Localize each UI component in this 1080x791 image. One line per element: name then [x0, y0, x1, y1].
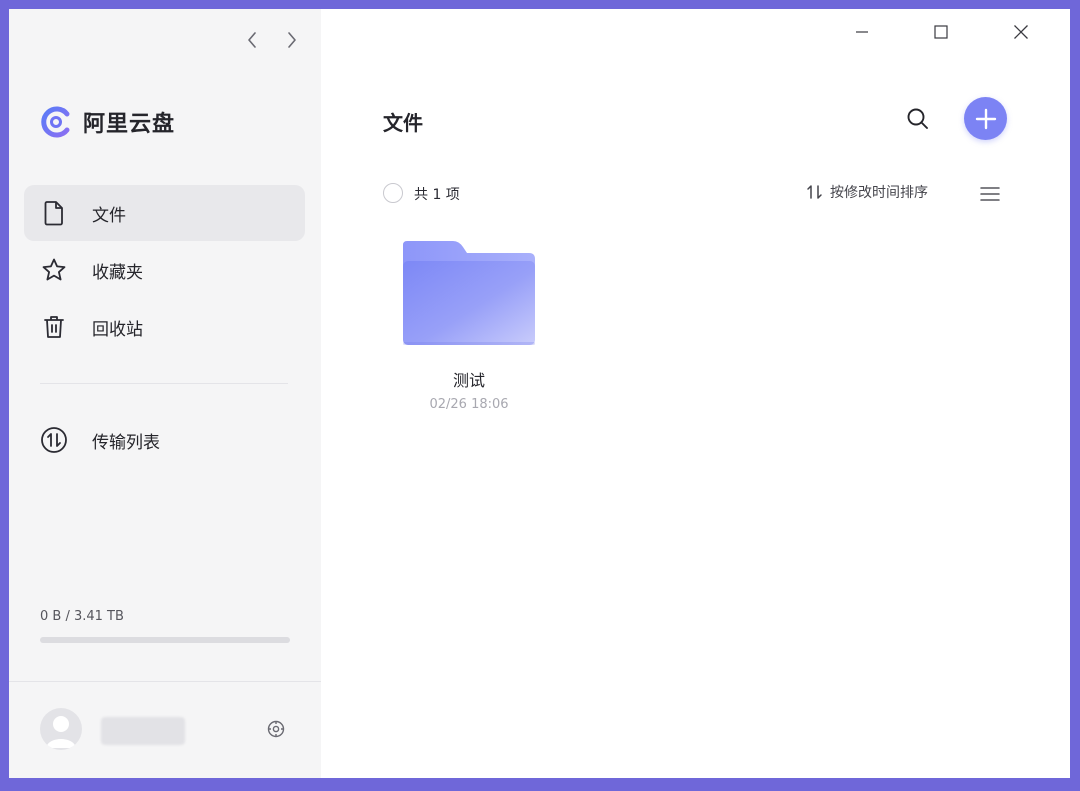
sort-button[interactable]: 按修改时间排序: [806, 182, 928, 202]
search-icon: [907, 108, 928, 129]
logo-icon: [41, 106, 70, 138]
sort-icon: [807, 185, 822, 199]
minimize-button[interactable]: [839, 17, 885, 47]
sidebar: 阿里云盘 文件 收藏夹 回收站 传输列表 0 B / 3.41 TB: [9, 9, 321, 778]
sidebar-transfer-menu: 传输列表: [24, 412, 305, 469]
sidebar-divider: [40, 383, 288, 384]
sidebar-item-transfers[interactable]: 传输列表: [24, 412, 305, 468]
app-window: 阿里云盘 文件 收藏夹 回收站 传输列表 0 B / 3.41 TB 文件 共 …: [9, 9, 1070, 778]
list-view-icon: [980, 187, 1000, 201]
star-icon: [40, 256, 68, 284]
sidebar-item-label: 收藏夹: [92, 262, 143, 283]
add-button[interactable]: [964, 97, 1007, 140]
sidebar-item-label: 回收站: [92, 319, 143, 340]
sidebar-menu: 文件 收藏夹 回收站: [24, 185, 305, 356]
gear-icon: [267, 720, 285, 738]
settings-button[interactable]: [265, 718, 287, 740]
app-name: 阿里云盘: [83, 112, 176, 137]
file-date: 02/26 18:06: [429, 397, 509, 412]
chevron-left-icon: [248, 32, 256, 48]
sidebar-item-trash[interactable]: 回收站: [24, 299, 305, 355]
sidebar-item-label: 传输列表: [92, 432, 160, 453]
history-nav: [241, 27, 303, 53]
sidebar-item-label: 文件: [92, 205, 126, 226]
sidebar-item-favorites[interactable]: 收藏夹: [24, 242, 305, 298]
user-icon: [46, 716, 76, 748]
back-button[interactable]: [241, 27, 263, 53]
close-icon: [1014, 25, 1028, 39]
close-button[interactable]: [998, 17, 1044, 47]
transfer-icon: [40, 426, 68, 454]
username-redacted: [101, 717, 185, 745]
file-item[interactable]: 测试 02/26 18:06: [397, 237, 541, 412]
sort-label: 按修改时间排序: [830, 185, 928, 201]
item-count: 共 1 项: [414, 187, 460, 203]
search-button[interactable]: [903, 104, 933, 134]
avatar[interactable]: [40, 708, 82, 750]
select-all-checkbox[interactable]: [383, 183, 403, 203]
maximize-button[interactable]: [918, 17, 964, 47]
brand: 阿里云盘: [39, 105, 175, 139]
file-icon: [40, 199, 68, 227]
maximize-icon: [934, 25, 948, 39]
page-title: 文件: [383, 111, 423, 135]
view-toggle-button[interactable]: [978, 183, 1002, 205]
storage-bar: [40, 637, 290, 643]
sidebar-bottom-divider: [9, 681, 321, 682]
sidebar-item-files[interactable]: 文件: [24, 185, 305, 241]
plus-icon: [975, 108, 996, 129]
chevron-right-icon: [288, 32, 296, 48]
file-name: 测试: [452, 371, 485, 390]
trash-icon: [40, 313, 68, 341]
forward-button[interactable]: [281, 27, 303, 53]
main-panel: 文件 共 1 项 按修改时间排序 测试 02/26 18:06: [321, 9, 1070, 778]
storage-usage-text: 0 B / 3.41 TB: [40, 609, 124, 624]
folder-icon: [403, 241, 535, 345]
minimize-icon: [856, 31, 868, 33]
